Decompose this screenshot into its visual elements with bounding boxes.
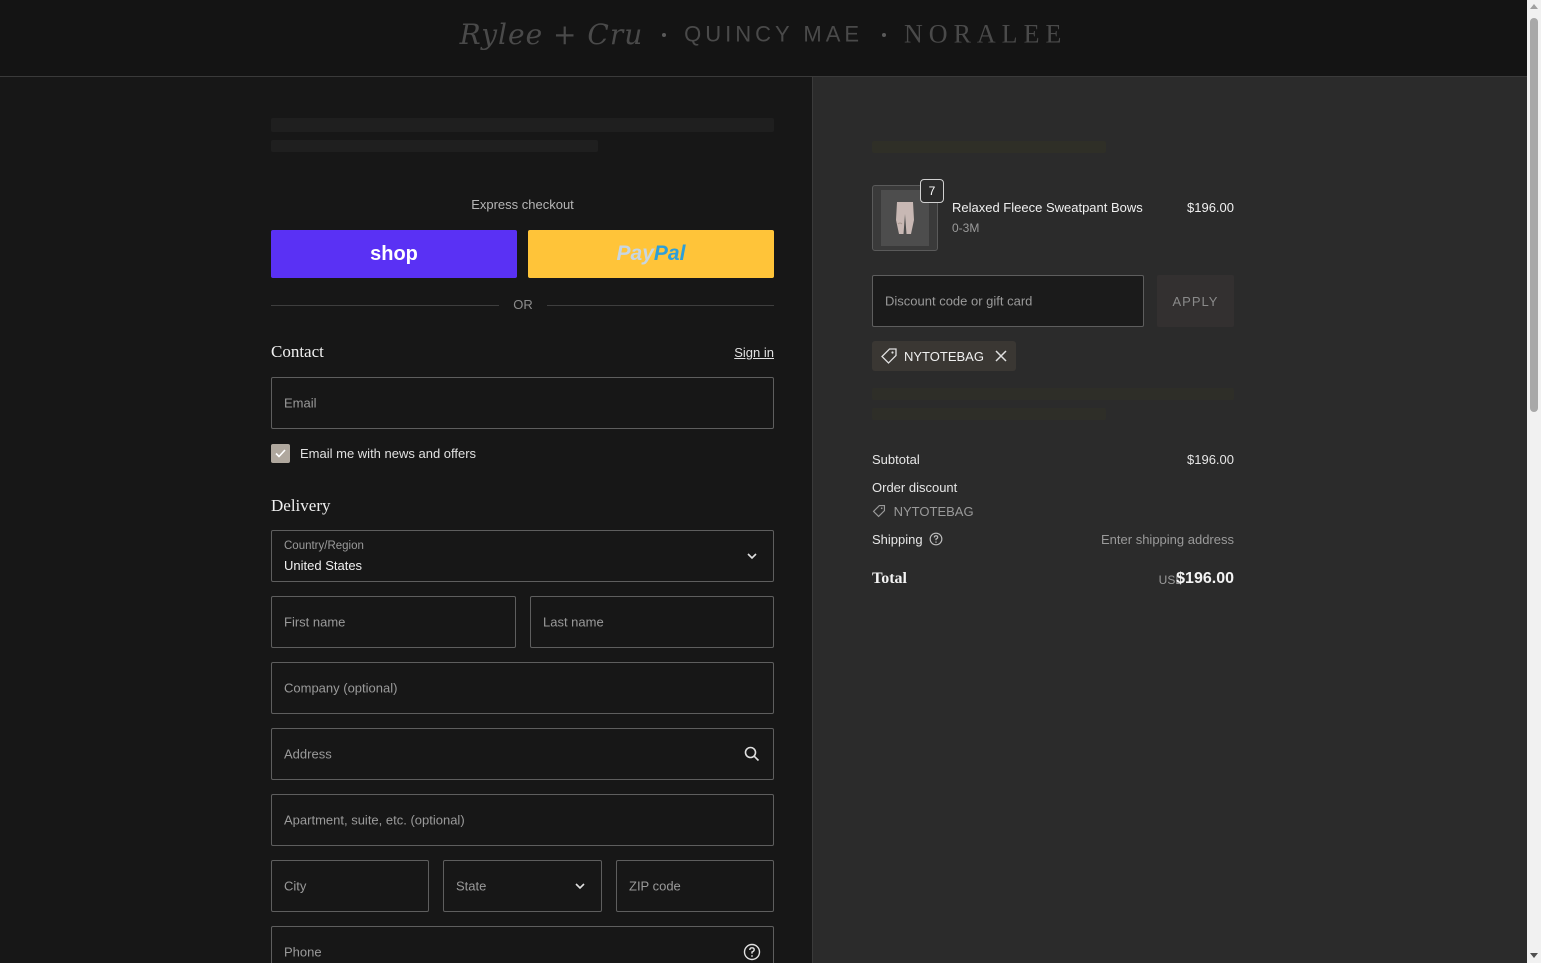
brand-logo-noralee: NORALEE [904, 19, 1068, 49]
loading-skeleton-line [271, 118, 774, 132]
paypal-button[interactable]: PayPal [528, 230, 774, 278]
zip-code-placeholder: ZIP code [629, 878, 681, 894]
brand-separator-dot [661, 32, 666, 37]
product-price: $196.00 [1187, 200, 1234, 215]
tag-icon [881, 348, 897, 364]
order-discount-row: Order discount [872, 480, 1234, 495]
shipping-label: Shipping [872, 532, 923, 547]
newsletter-label: Email me with news and offers [300, 446, 477, 461]
shipping-value: Enter shipping address [1101, 532, 1234, 547]
country-region-select[interactable]: Country/Region United States [271, 530, 774, 582]
apartment-field[interactable]: Apartment, suite, etc. (optional) [271, 794, 774, 846]
company-placeholder: Company (optional) [284, 680, 398, 696]
shipping-row: Shipping Enter shipping address [872, 532, 1234, 547]
page-scrollbar[interactable] [1527, 0, 1541, 963]
email-placeholder: Email [284, 395, 317, 411]
shop-pay-button[interactable]: shop [271, 230, 517, 278]
address-placeholder: Address [284, 746, 332, 762]
discount-code-placeholder: Discount code or gift card [885, 293, 1033, 309]
brand-logo-rylee-cru: Rylee + Cru [459, 18, 644, 51]
divider [271, 305, 499, 306]
discount-code-field[interactable]: Discount code or gift card [872, 275, 1144, 327]
scrollbar-thumb[interactable] [1530, 18, 1538, 412]
chevron-down-icon [575, 883, 585, 890]
last-name-placeholder: Last name [543, 614, 604, 630]
quantity-badge: 7 [920, 179, 944, 203]
order-discount-code: NYTOTEBAG [893, 504, 974, 519]
loading-skeleton-line [872, 408, 1106, 420]
order-discount-label: Order discount [872, 480, 958, 495]
delivery-heading: Delivery [271, 496, 331, 515]
newsletter-checkbox[interactable] [271, 444, 290, 463]
brand-separator-dot [881, 32, 886, 37]
apartment-placeholder: Apartment, suite, etc. (optional) [284, 812, 465, 828]
paypal-logo: PayPal [616, 242, 686, 265]
country-region-value: United States [284, 558, 363, 573]
help-circle-icon[interactable] [929, 532, 943, 546]
or-separator: OR [513, 297, 533, 312]
last-name-field[interactable]: Last name [530, 596, 774, 648]
brand-logos[interactable]: Rylee + Cru QUINCY MAE NORALEE [0, 18, 1527, 51]
site-header: Rylee + Cru QUINCY MAE NORALEE [0, 0, 1527, 77]
order-discount-code-row: NYTOTEBAG [872, 504, 1234, 519]
subtotal-label: Subtotal [872, 452, 920, 467]
address-field[interactable]: Address [271, 728, 774, 780]
shop-pay-logo: shop [370, 242, 418, 265]
email-field[interactable]: Email [271, 377, 774, 429]
express-checkout-label: Express checkout [471, 197, 574, 212]
country-region-label: Country/Region [284, 540, 364, 552]
total-value: $196.00 [1176, 570, 1234, 587]
state-placeholder: State [456, 878, 487, 894]
sweatpant-image [896, 202, 914, 234]
checkmark-icon [275, 449, 286, 458]
applied-discount-code: NYTOTEBAG [904, 348, 984, 364]
contact-heading: Contact [271, 342, 324, 361]
city-field[interactable]: City [271, 860, 429, 912]
product-name: Relaxed Fleece Sweatpant Bows [952, 200, 1143, 215]
applied-discount-tag: NYTOTEBAG [872, 341, 1016, 371]
scroll-down-arrow[interactable] [1530, 953, 1538, 958]
search-icon[interactable] [743, 745, 761, 763]
scroll-up-arrow[interactable] [1530, 4, 1538, 9]
close-icon[interactable] [994, 349, 1008, 363]
apply-discount-button[interactable]: APPLY [1157, 275, 1234, 327]
first-name-field[interactable]: First name [271, 596, 516, 648]
total-label: Total [872, 570, 907, 587]
first-name-placeholder: First name [284, 614, 346, 630]
sign-in-link[interactable]: Sign in [734, 345, 774, 360]
zip-code-field[interactable]: ZIP code [616, 860, 774, 912]
subtotal-row: Subtotal $196.00 [872, 452, 1234, 467]
loading-skeleton-line [872, 388, 1234, 400]
brand-logo-quincy-mae: QUINCY MAE [684, 21, 864, 47]
tag-icon [872, 504, 886, 518]
chevron-down-icon [747, 553, 757, 560]
loading-skeleton-line [872, 141, 1106, 153]
product-variant: 0-3M [952, 221, 980, 235]
subtotal-value: $196.00 [1187, 452, 1234, 467]
help-circle-icon[interactable] [743, 943, 761, 961]
state-select[interactable]: State [443, 860, 602, 912]
loading-skeleton-line [271, 140, 598, 152]
city-placeholder: City [284, 878, 307, 894]
divider [547, 305, 774, 306]
company-field[interactable]: Company (optional) [271, 662, 774, 714]
phone-field[interactable]: Phone [271, 926, 774, 963]
phone-placeholder: Phone [284, 944, 322, 960]
